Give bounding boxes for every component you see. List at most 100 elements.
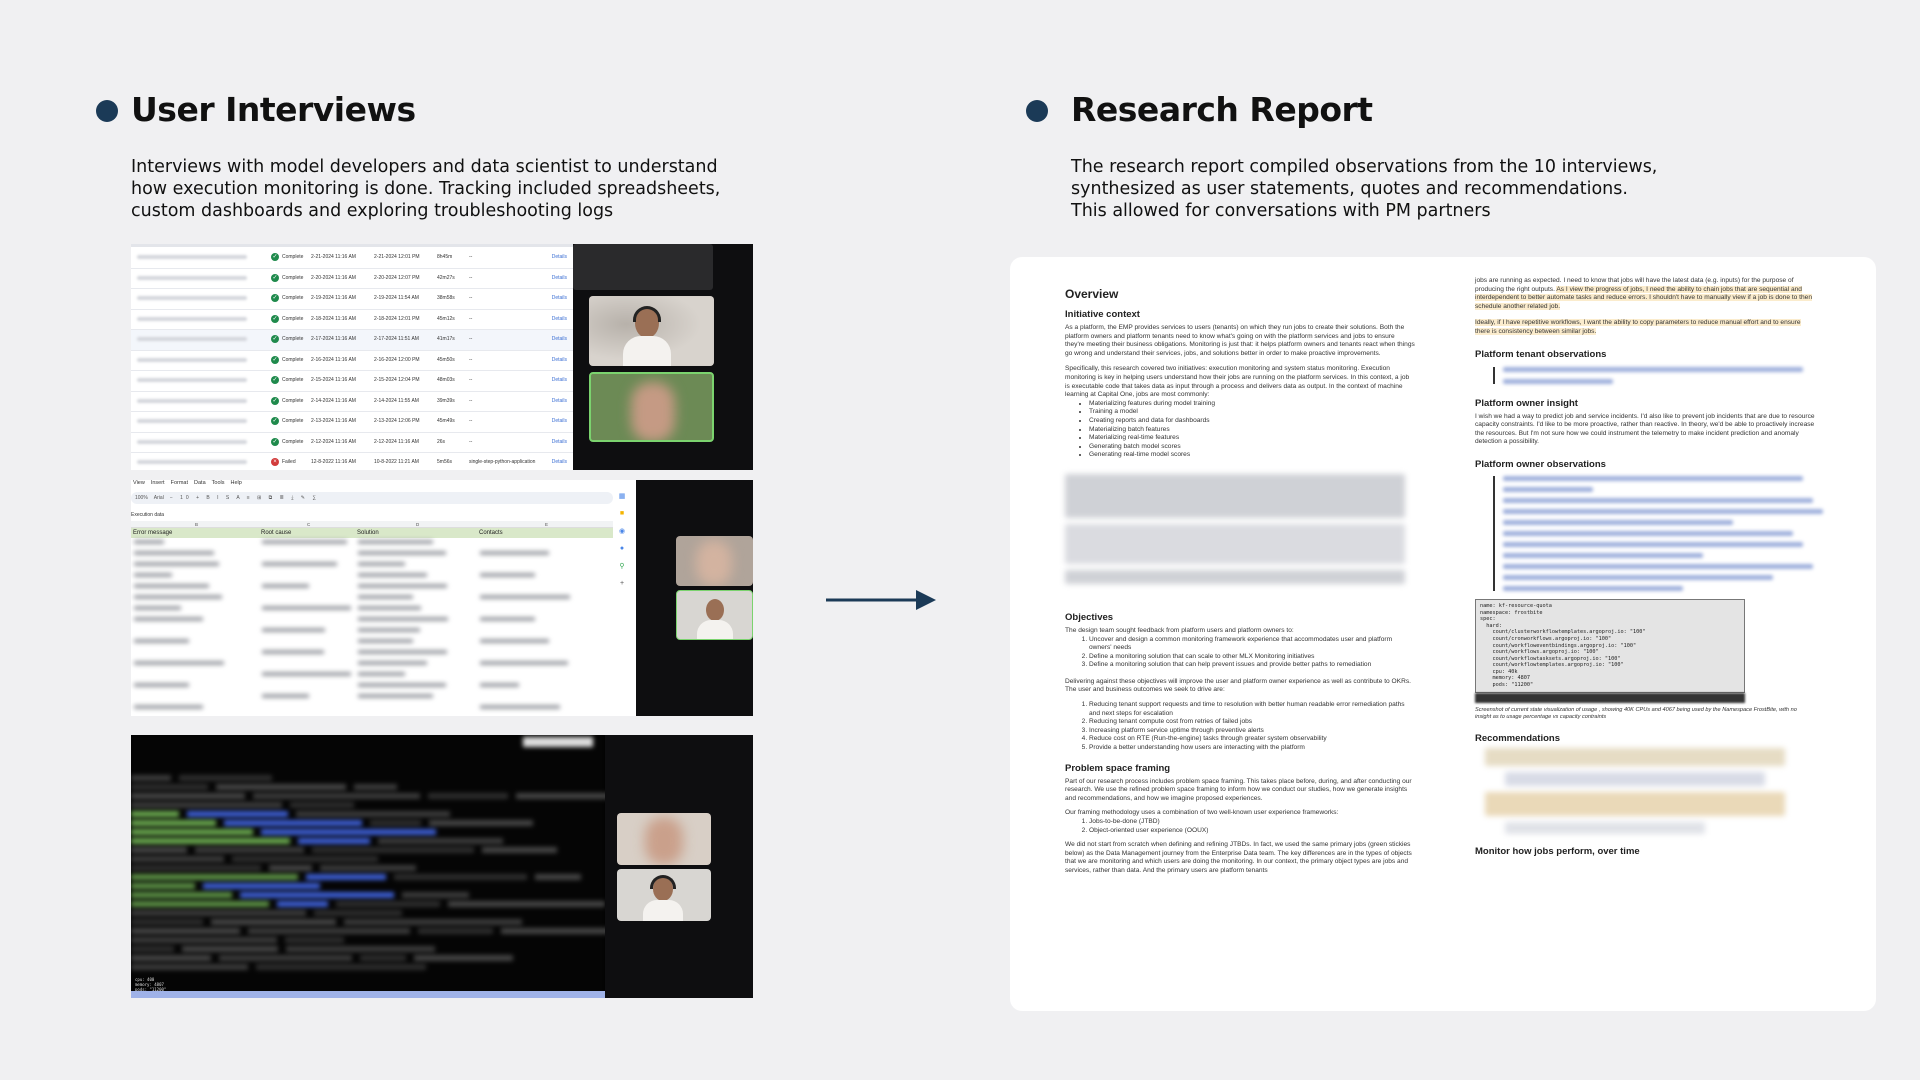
blurred-observation (1503, 475, 1803, 481)
table-row[interactable]: ✓ Complete 2-17-2024 11:16 AM 2-17-2024 11:… (131, 330, 573, 351)
log-line-segment (131, 838, 290, 844)
blurred-cell (358, 628, 421, 632)
log-line-segment (179, 775, 272, 781)
log-line-segment (131, 955, 211, 961)
details-link[interactable]: Details (552, 275, 567, 281)
start-time: 12-8-2022 11:16 AM (311, 459, 356, 465)
blurred-cell (134, 562, 219, 566)
calendar-icon[interactable]: ▦ (619, 492, 626, 500)
log-line-segment (216, 784, 346, 790)
log-line-segment (336, 901, 440, 907)
column-header[interactable]: Error message (133, 530, 172, 536)
interview-screenshot-dashboard: ✓ Complete 2-21-2024 11:16 AM 2-21-2024 12:… (131, 244, 753, 470)
table-row[interactable]: ✓ Complete 2-19-2024 11:16 AM 2-19-2024 11:… (131, 289, 573, 310)
blurred-cell (358, 584, 448, 588)
blurred-observation (1503, 486, 1593, 492)
details-link[interactable]: Details (552, 295, 567, 301)
menu-item[interactable]: Format (171, 480, 188, 490)
tenant-observations-list (1493, 366, 1815, 384)
details-link[interactable]: Details (552, 357, 567, 363)
status-badge: ✓ Complete (271, 376, 303, 384)
participant-body (697, 620, 733, 639)
objective-item: Uncover and design a common monitoring f… (1089, 636, 1415, 653)
log-line-segment (131, 892, 232, 898)
menu-item[interactable]: View (133, 480, 145, 490)
problem-paragraph: Part of our research process includes pr… (1065, 777, 1412, 802)
blurred-cell (480, 573, 535, 577)
table-row[interactable]: ✓ Complete 2-12-2024 11:16 AM 2-12-2024 11:… (131, 433, 573, 453)
details-link[interactable]: Details (552, 336, 567, 342)
column-header[interactable]: Contacts (479, 530, 503, 536)
blurred-cell (358, 672, 406, 676)
menu-item[interactable]: Data (194, 480, 206, 490)
job-type-item: Training a model (1089, 408, 1415, 417)
start-time: 2-20-2024 11:16 AM (311, 274, 356, 281)
blurred-observation (1503, 585, 1683, 591)
status-text: Complete (282, 295, 304, 301)
log-line-segment (418, 928, 493, 934)
details-link[interactable]: Details (552, 439, 567, 445)
start-time: 2-16-2024 11:16 AM (311, 356, 356, 363)
log-line-segment (277, 901, 328, 907)
blurred-recommendation (1505, 822, 1705, 835)
blurred-text-block (1065, 569, 1405, 584)
outcome-item: Increasing platform service uptime throu… (1089, 727, 1415, 736)
description-line: This allowed for conversations with PM p… (1071, 201, 1491, 221)
menu-item[interactable]: Tools (212, 480, 225, 490)
flow-arrow-icon (826, 590, 936, 610)
status-badge: ✓ Complete (271, 273, 303, 282)
column-header[interactable]: Root cause (261, 530, 291, 536)
keep-icon[interactable]: ■ (620, 510, 624, 517)
outcome-item: Reducing tenant compute cost from retrie… (1089, 718, 1415, 727)
table-row[interactable]: ✓ Complete 2-14-2024 11:16 AM 2-14-2024 11:… (131, 392, 573, 412)
menu-item[interactable]: Help (230, 480, 241, 490)
font-select[interactable]: Arial (154, 495, 164, 501)
zoom-level[interactable]: 100% (135, 495, 148, 501)
table-row[interactable]: ✓ Complete 2-16-2024 11:16 AM 2-16-2024 12:… (131, 351, 573, 371)
blurred-cell (358, 573, 428, 577)
table-row[interactable]: × Failed 12-8-2022 11:16 AM 10-8-2022 11:21… (131, 453, 573, 470)
table-header-bar (131, 244, 573, 247)
check-icon: ✓ (271, 314, 279, 323)
maps-icon[interactable]: ⚲ (619, 562, 624, 570)
blurred-cell (134, 661, 224, 665)
problem-space-heading: Problem space framing (1065, 762, 1171, 774)
table-row[interactable]: ✓ Complete 2-20-2024 11:16 AM 2-20-2024 12:… (131, 269, 573, 289)
details-link[interactable]: Details (552, 316, 567, 322)
log-line-segment (261, 829, 436, 835)
dash: -- (469, 254, 473, 260)
dash: -- (469, 336, 473, 342)
start-time: 2-12-2024 11:16 AM (311, 438, 356, 445)
menu-item[interactable]: Insert (151, 480, 165, 490)
description-line: synthesized as user statements, quotes a… (1071, 179, 1628, 199)
problem-paragraph: We did not start from scratch when defin… (1065, 841, 1412, 874)
details-link[interactable]: Details (552, 377, 567, 383)
table-row[interactable]: ✓ Complete 2-13-2024 11:16 AM 2-13-2024 12:… (131, 412, 573, 433)
table-row[interactable]: ✓ Complete 2-21-2024 11:16 AM 2-21-2024 12:… (131, 248, 573, 269)
details-link[interactable]: Details (552, 398, 567, 404)
contacts-icon[interactable]: ● (620, 545, 624, 552)
add-icon[interactable]: + (620, 580, 624, 587)
description-line: Interviews with model developers and dat… (131, 157, 718, 177)
tasks-icon[interactable]: ◉ (619, 527, 625, 535)
column-letters: B C D E (131, 521, 613, 528)
job-type: single-step-python-application (469, 459, 536, 465)
check-icon: ✓ (271, 335, 279, 343)
details-link[interactable]: Details (552, 459, 567, 465)
column-header[interactable]: Solution (357, 530, 379, 536)
table-row[interactable]: ✓ Complete 2-15-2024 11:16 AM 2-15-2024 12:… (131, 371, 573, 392)
end-time: 2-21-2024 12:01 PM (374, 254, 420, 260)
job-name-blurred (137, 378, 247, 382)
status-badge: ✓ Complete (271, 437, 303, 446)
outcome-item: Reducing tenant support requests and tim… (1089, 701, 1415, 718)
table-row[interactable]: ✓ Complete 2-18-2024 11:16 AM 2-18-2024 12:… (131, 310, 573, 330)
owner-observations-heading: Platform owner observations (1475, 458, 1606, 470)
end-time: 2-17-2024 11:51 AM (374, 336, 419, 342)
blurred-cell (480, 595, 570, 599)
details-link[interactable]: Details (552, 418, 567, 424)
details-link[interactable]: Details (552, 254, 567, 260)
job-type-item: Materializing batch features (1089, 426, 1415, 435)
log-line-segment (256, 964, 426, 970)
log-line-segment (131, 964, 248, 970)
status-badge: ✓ Complete (271, 253, 303, 261)
